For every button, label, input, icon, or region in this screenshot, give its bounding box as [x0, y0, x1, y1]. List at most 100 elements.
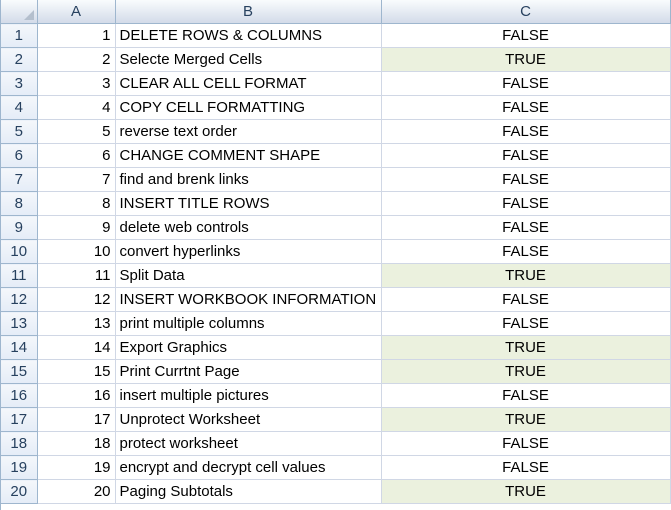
table-row: 2 2 Selecte Merged Cells TRUE: [1, 47, 671, 72]
cell-b[interactable]: Split Data: [115, 263, 382, 288]
row-header[interactable]: 7: [1, 167, 38, 192]
cell-c[interactable]: FALSE: [381, 311, 671, 336]
cell-b[interactable]: find and brenk links: [115, 167, 382, 192]
cell-c[interactable]: FALSE: [381, 167, 671, 192]
cell-b[interactable]: Unprotect Worksheet: [115, 407, 382, 432]
cell-b[interactable]: encrypt and decrypt cell values: [115, 455, 382, 480]
row-header[interactable]: 4: [1, 95, 38, 120]
cell-c[interactable]: FALSE: [381, 215, 671, 240]
cell-a[interactable]: 16: [37, 383, 116, 408]
table-row: 14 14 Export Graphics TRUE: [1, 335, 671, 360]
cell-c[interactable]: TRUE: [381, 359, 671, 384]
cell-b[interactable]: Paging Subtotals: [115, 479, 382, 504]
table-row: 12 12 INSERT WORKBOOK INFORMATION FALSE: [1, 287, 671, 312]
row-header[interactable]: 11: [1, 263, 38, 288]
row-header[interactable]: 20: [1, 479, 38, 504]
cell-b[interactable]: convert hyperlinks: [115, 239, 382, 264]
cell-a[interactable]: 2: [37, 47, 116, 72]
table-row: 6 6 CHANGE COMMENT SHAPE FALSE: [1, 143, 671, 168]
cell-b[interactable]: protect worksheet: [115, 431, 382, 456]
row-header[interactable]: 17: [1, 407, 38, 432]
row-header[interactable]: 12: [1, 287, 38, 312]
cell-a[interactable]: 5: [37, 119, 116, 144]
column-header-row: A B C: [1, 0, 671, 24]
column-header-b[interactable]: B: [115, 0, 382, 24]
cell-c[interactable]: FALSE: [381, 287, 671, 312]
cell-b[interactable]: Print Currtnt Page: [115, 359, 382, 384]
cell-a[interactable]: 3: [37, 71, 116, 96]
cell-c[interactable]: FALSE: [381, 431, 671, 456]
grid-body: 1 1 DELETE ROWS & COLUMNS FALSE 2 2 Selecte Me…: [1, 23, 671, 504]
cell-c[interactable]: TRUE: [381, 263, 671, 288]
cell-b[interactable]: reverse text order: [115, 119, 382, 144]
row-header[interactable]: 1: [1, 23, 38, 48]
cell-b[interactable]: COPY CELL FORMATTING: [115, 95, 382, 120]
cell-a[interactable]: 7: [37, 167, 116, 192]
table-row: 3 3 CLEAR ALL CELL FORMAT FALSE: [1, 71, 671, 96]
row-header[interactable]: 6: [1, 143, 38, 168]
cell-c[interactable]: FALSE: [381, 119, 671, 144]
cell-a[interactable]: 18: [37, 431, 116, 456]
cell-c[interactable]: TRUE: [381, 335, 671, 360]
cell-b[interactable]: delete web controls: [115, 215, 382, 240]
table-row: 8 8 INSERT TITLE ROWS FALSE: [1, 191, 671, 216]
cell-c[interactable]: FALSE: [381, 143, 671, 168]
cell-a[interactable]: 4: [37, 95, 116, 120]
cell-c[interactable]: TRUE: [381, 47, 671, 72]
cell-c[interactable]: FALSE: [381, 71, 671, 96]
spreadsheet-grid: A B C 1 1 DELETE ROWS & COLUMNS FALSE 2 2 Sele…: [0, 0, 671, 510]
cell-a[interactable]: 8: [37, 191, 116, 216]
row-header[interactable]: 16: [1, 383, 38, 408]
cell-c[interactable]: FALSE: [381, 191, 671, 216]
cell-a[interactable]: 12: [37, 287, 116, 312]
row-header[interactable]: 8: [1, 191, 38, 216]
cell-a[interactable]: 6: [37, 143, 116, 168]
cell-b[interactable]: insert multiple pictures: [115, 383, 382, 408]
cell-b[interactable]: Export Graphics: [115, 335, 382, 360]
row-header[interactable]: 14: [1, 335, 38, 360]
cell-a[interactable]: 9: [37, 215, 116, 240]
row-header[interactable]: 13: [1, 311, 38, 336]
cell-a[interactable]: 13: [37, 311, 116, 336]
cell-c[interactable]: FALSE: [381, 23, 671, 48]
table-row: 5 5 reverse text order FALSE: [1, 119, 671, 144]
table-row: 18 18 protect worksheet FALSE: [1, 431, 671, 456]
table-row: 15 15 Print Currtnt Page TRUE: [1, 359, 671, 384]
cell-a[interactable]: 14: [37, 335, 116, 360]
table-row: 13 13 print multiple columns FALSE: [1, 311, 671, 336]
column-header-c[interactable]: C: [381, 0, 671, 24]
table-row: 4 4 COPY CELL FORMATTING FALSE: [1, 95, 671, 120]
cell-a[interactable]: 11: [37, 263, 116, 288]
table-row: 1 1 DELETE ROWS & COLUMNS FALSE: [1, 23, 671, 48]
row-header[interactable]: 5: [1, 119, 38, 144]
cell-c[interactable]: FALSE: [381, 239, 671, 264]
row-header[interactable]: 3: [1, 71, 38, 96]
cell-b[interactable]: CLEAR ALL CELL FORMAT: [115, 71, 382, 96]
cell-b[interactable]: Selecte Merged Cells: [115, 47, 382, 72]
cell-a[interactable]: 19: [37, 455, 116, 480]
row-header[interactable]: 19: [1, 455, 38, 480]
table-row: 17 17 Unprotect Worksheet TRUE: [1, 407, 671, 432]
cell-c[interactable]: FALSE: [381, 95, 671, 120]
cell-b[interactable]: CHANGE COMMENT SHAPE: [115, 143, 382, 168]
row-header[interactable]: 10: [1, 239, 38, 264]
row-header[interactable]: 9: [1, 215, 38, 240]
cell-a[interactable]: 1: [37, 23, 116, 48]
cell-b[interactable]: INSERT WORKBOOK INFORMATION: [115, 287, 382, 312]
cell-a[interactable]: 17: [37, 407, 116, 432]
column-header-a[interactable]: A: [37, 0, 116, 24]
cell-b[interactable]: INSERT TITLE ROWS: [115, 191, 382, 216]
row-header[interactable]: 2: [1, 47, 38, 72]
cell-c[interactable]: FALSE: [381, 383, 671, 408]
row-header[interactable]: 18: [1, 431, 38, 456]
row-header[interactable]: 15: [1, 359, 38, 384]
cell-c[interactable]: TRUE: [381, 407, 671, 432]
cell-a[interactable]: 15: [37, 359, 116, 384]
cell-a[interactable]: 20: [37, 479, 116, 504]
cell-b[interactable]: DELETE ROWS & COLUMNS: [115, 23, 382, 48]
cell-c[interactable]: TRUE: [381, 479, 671, 504]
cell-b[interactable]: print multiple columns: [115, 311, 382, 336]
cell-a[interactable]: 10: [37, 239, 116, 264]
cell-c[interactable]: FALSE: [381, 455, 671, 480]
select-all-button[interactable]: [1, 0, 38, 24]
